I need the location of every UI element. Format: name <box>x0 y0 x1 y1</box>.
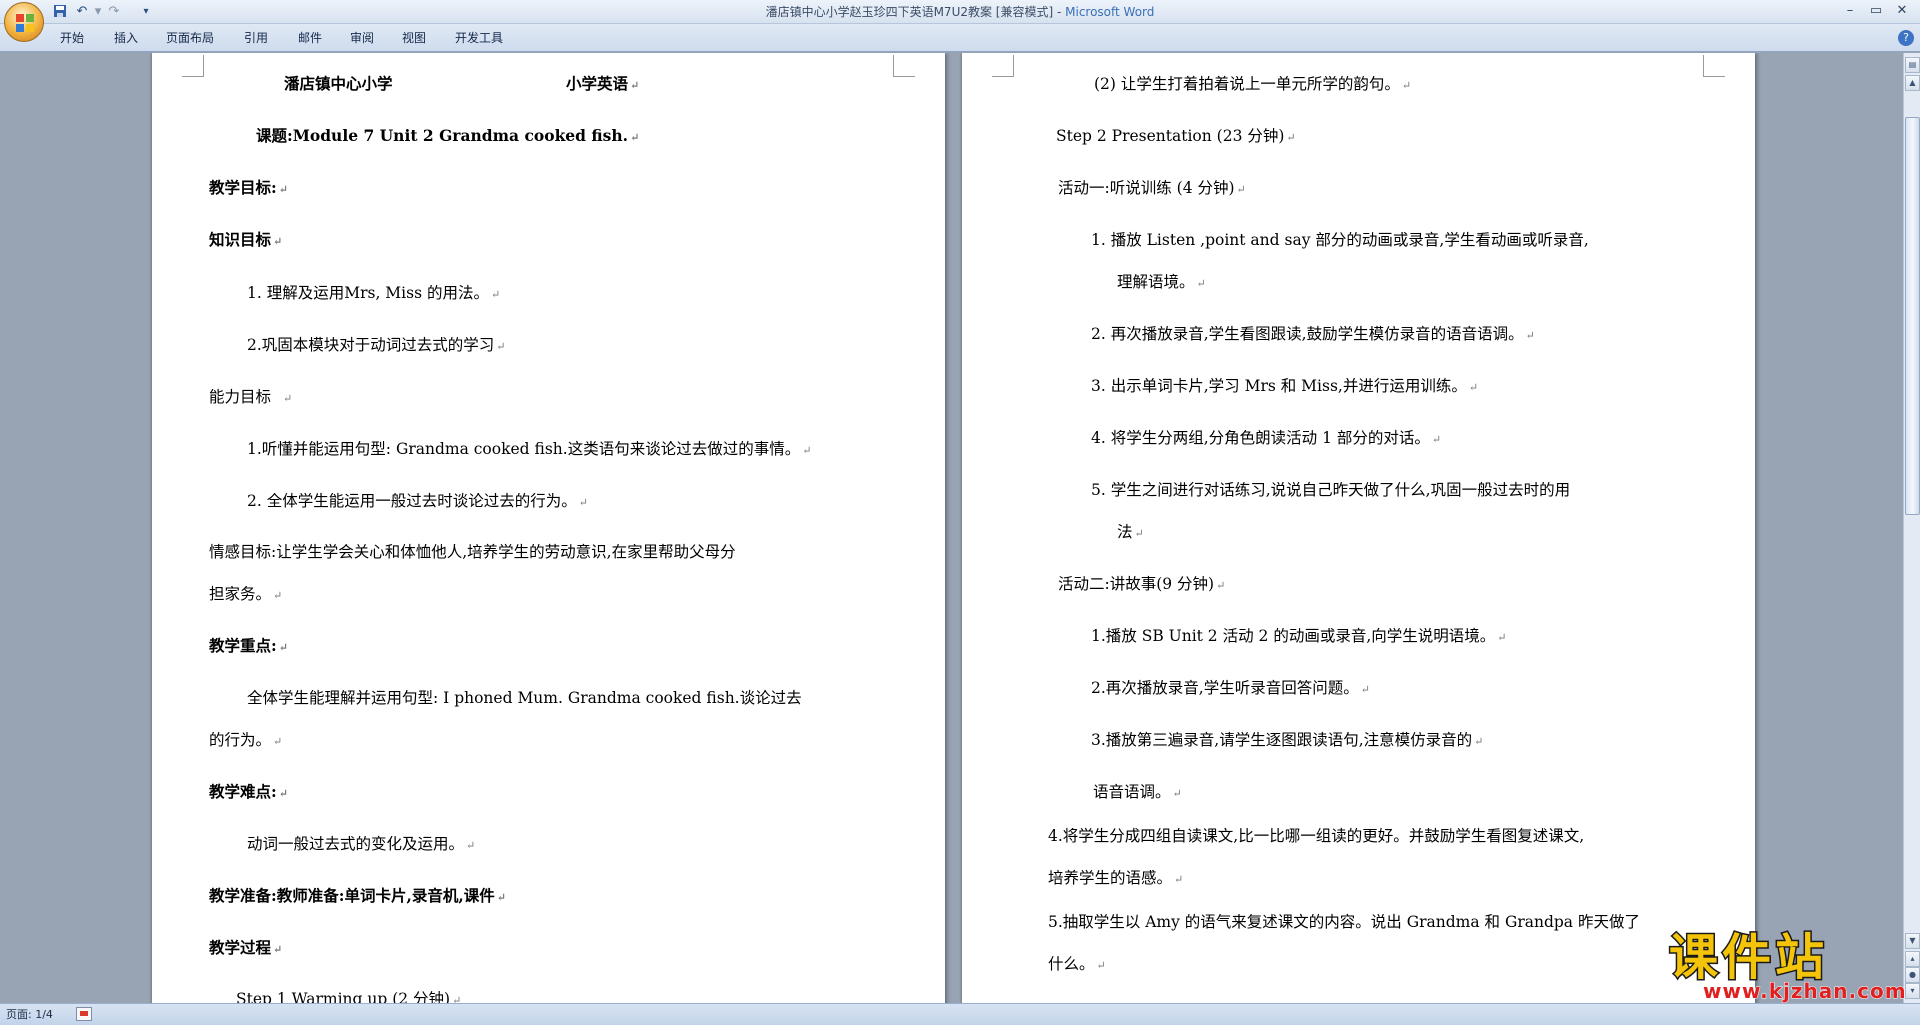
minimize-icon[interactable]: – <box>1838 2 1862 20</box>
help-icon[interactable]: ? <box>1898 30 1914 46</box>
document-name: 潘店镇中心小学赵玉珍四下英语M7U2教案 [兼容模式] - <box>765 5 1066 19</box>
undo-dropdown-icon[interactable]: ▾ <box>90 4 106 20</box>
redo-icon[interactable]: ↷ <box>106 4 122 20</box>
activity-1-item-cont: 法 ↵ <box>1117 523 1144 541</box>
activity-1-heading: 活动一:听说训练 (4 分钟) ↵ <box>1058 179 1246 197</box>
watermark-title: 课件站 <box>1667 928 1829 987</box>
activity-2-item: 4.将学生分成四组自读课文,比一比哪一组读的更好。并鼓励学生看图复述课文, <box>1048 827 1585 845</box>
activity-2-item-cont: 什么。 ↵ <box>1048 955 1106 973</box>
tab-mailings[interactable]: 邮件 <box>298 29 322 47</box>
site-watermark: 课件站 www.kjzhan.com <box>1665 928 1907 1003</box>
tab-insert[interactable]: 插入 <box>114 29 138 47</box>
ability-item: 1.听懂并能运用句型: Grandma cooked fish.这类语句来谈论过… <box>247 440 812 458</box>
page-indicator[interactable]: 页面: 1/4 <box>6 1007 53 1023</box>
emotion-goal: 情感目标:让学生学会关心和体恤他人,培养学生的劳动意识,在家里帮助父母分 <box>209 543 736 561</box>
ability-heading: 能力目标 ↵ <box>209 388 293 406</box>
save-icon[interactable] <box>52 4 68 20</box>
lesson-topic: 课题:Module 7 Unit 2 Grandma cooked fish. ↵ <box>256 126 640 145</box>
tab-references[interactable]: 引用 <box>244 29 268 47</box>
watermark-url: www.kjzhan.com <box>1703 979 1907 1003</box>
page-2[interactable]: (2) 让学生打着拍着说上一单元所学的韵句。 ↵ Step 2 Presentat… <box>962 53 1755 1003</box>
ribbon-tab-bar: 开始 插入 页面布局 引用 邮件 审阅 视图 开发工具 ? <box>0 24 1920 52</box>
activity-2-item: 3.播放第三遍录音,请学生逐图跟读语句,注意模仿录音的 ↵ <box>1091 731 1484 749</box>
scroll-thumb[interactable] <box>1905 117 1920 515</box>
header-school: 潘店镇中心小学 <box>284 74 393 93</box>
activity-2-item: 2.再次播放录音,学生听录音回答问题。 ↵ <box>1091 679 1370 697</box>
document-area[interactable]: 潘店镇中心小学 小学英语 ↵ 课题:Module 7 Unit 2 Grandma… <box>0 53 1903 1003</box>
crop-mark <box>1703 55 1725 77</box>
activity-2-item: 1.播放 SB Unit 2 活动 2 的动画或录音,向学生说明语境。 ↵ <box>1091 627 1507 645</box>
select-browse-object-icon[interactable]: ● <box>1905 967 1920 983</box>
status-bar: 页面: 1/4 <box>0 1003 1920 1025</box>
preparation: 教学准备:教师准备:单词卡片,录音机,课件 ↵ <box>209 886 506 905</box>
key-points-heading: 教学重点: ↵ <box>209 636 288 655</box>
step-1: Step 1 Warming up (2 分钟) ↵ <box>236 990 462 1003</box>
maximize-icon[interactable]: ▭ <box>1864 2 1888 20</box>
tab-review[interactable]: 审阅 <box>350 29 374 47</box>
crop-mark <box>992 55 1014 77</box>
vertical-scrollbar[interactable]: ▤ ▲ ▼ ▴ ● ▾ <box>1903 53 1920 1003</box>
crop-mark <box>182 55 204 77</box>
goals-heading: 教学目标: ↵ <box>209 178 288 197</box>
title-bar: 潘店镇中心小学赵玉珍四下英语M7U2教案 [兼容模式] - Microsoft … <box>0 0 1920 24</box>
activity-1-item: 3. 出示单词卡片,学习 Mrs 和 Miss,并进行运用训练。 ↵ <box>1091 377 1479 395</box>
activity-2-item-cont: 培养学生的语感。 ↵ <box>1048 869 1184 887</box>
close-icon[interactable]: ✕ <box>1890 2 1914 20</box>
tab-view[interactable]: 视图 <box>402 29 426 47</box>
activity-2-item: 5.抽取学生以 Amy 的语气来复述课文的内容。说出 Grandma 和 Gra… <box>1048 913 1640 931</box>
activity-2-item-cont: 语音语调。 ↵ <box>1093 783 1182 801</box>
difficulty-heading: 教学难点: ↵ <box>209 782 288 801</box>
warmup-item-2: (2) 让学生打着拍着说上一单元所学的韵句。 ↵ <box>1094 75 1412 93</box>
page-1[interactable]: 潘店镇中心小学 小学英语 ↵ 课题:Module 7 Unit 2 Grandma… <box>152 53 945 1003</box>
activity-1-item: 5. 学生之间进行对话练习,说说自己昨天做了什么,巩固一般过去时的用 <box>1091 481 1571 499</box>
activity-1-item-cont: 理解语境。 ↵ <box>1117 273 1206 291</box>
office-logo-icon <box>16 14 34 32</box>
header-subject: 小学英语 ↵ <box>566 74 640 93</box>
scroll-up-icon[interactable]: ▲ <box>1905 75 1920 91</box>
customize-toolbar-icon[interactable]: ▾ <box>138 4 154 20</box>
step-2: Step 2 Presentation (23 分钟) ↵ <box>1056 127 1296 145</box>
office-button[interactable] <box>4 2 44 42</box>
knowledge-item: 1. 理解及运用Mrs, Miss 的用法。 ↵ <box>247 284 501 302</box>
activity-1-item: 4. 将学生分两组,分角色朗读活动 1 部分的对话。 ↵ <box>1091 429 1442 447</box>
ruler-toggle-icon[interactable]: ▤ <box>1905 57 1920 73</box>
activity-1-item: 2. 再次播放录音,学生看图跟读,鼓励学生模仿录音的语音语调。 ↵ <box>1091 325 1535 343</box>
word-window: 潘店镇中心小学赵玉珍四下英语M7U2教案 [兼容模式] - Microsoft … <box>0 0 1920 1025</box>
scroll-down-icon[interactable]: ▼ <box>1905 933 1920 949</box>
proofing-icon[interactable] <box>76 1007 92 1021</box>
tab-home[interactable]: 开始 <box>60 29 84 47</box>
process-heading: 教学过程 ↵ <box>209 938 283 957</box>
ability-item: 2. 全体学生能运用一般过去时谈论过去的行为。 ↵ <box>247 492 588 510</box>
crop-mark <box>893 55 915 77</box>
emotion-goal-cont: 担家务。 ↵ <box>209 585 283 603</box>
tab-developer[interactable]: 开发工具 <box>455 29 503 47</box>
app-name: Microsoft Word <box>1065 5 1155 19</box>
tab-page-layout[interactable]: 页面布局 <box>166 29 214 47</box>
activity-2-heading: 活动二:讲故事(9 分钟) ↵ <box>1058 575 1226 593</box>
knowledge-heading: 知识目标 ↵ <box>209 230 283 249</box>
key-points-body: 全体学生能理解并运用句型: I phoned Mum. Grandma cook… <box>247 689 802 707</box>
undo-icon[interactable]: ↶ <box>74 4 90 20</box>
difficulty-body: 动词一般过去式的变化及运用。 ↵ <box>247 835 476 853</box>
knowledge-item: 2.巩固本模块对于动词过去式的学习 ↵ <box>247 336 506 354</box>
window-title: 潘店镇中心小学赵玉珍四下英语M7U2教案 [兼容模式] - Microsoft … <box>0 0 1920 24</box>
previous-page-icon[interactable]: ▴ <box>1905 951 1920 967</box>
key-points-cont: 的行为。 ↵ <box>209 731 283 749</box>
activity-1-item: 1. 播放 Listen ,point and say 部分的动画或录音,学生看… <box>1091 231 1589 249</box>
next-page-icon[interactable]: ▾ <box>1905 983 1920 999</box>
